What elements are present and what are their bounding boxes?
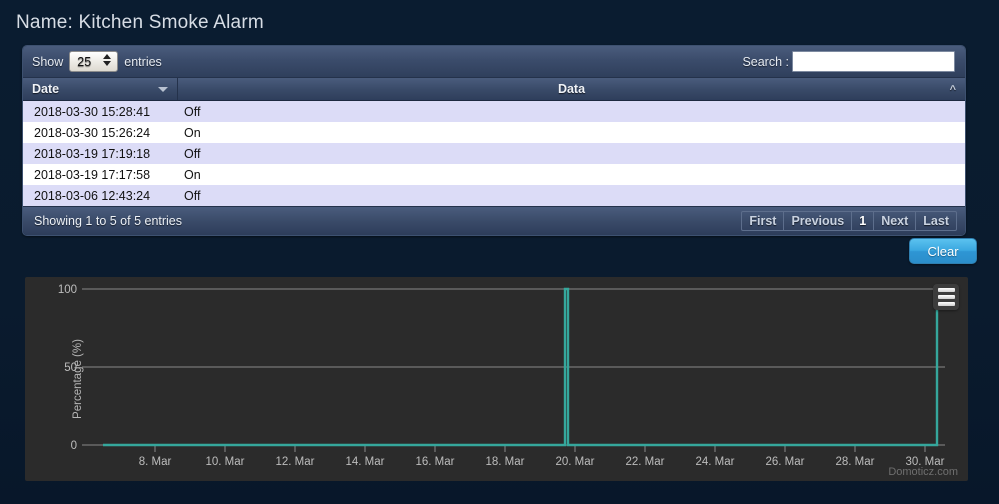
- page-root: Name: Kitchen Smoke Alarm Show 25 entrie…: [0, 0, 999, 504]
- length-label-prefix: Show: [32, 54, 64, 69]
- xtick-label: 24. Mar: [696, 456, 735, 468]
- length-label-suffix: entries: [124, 54, 162, 69]
- pagination: First Previous 1 Next Last: [741, 211, 957, 231]
- xtick-label: 16. Mar: [416, 456, 455, 468]
- xtick-label: 18. Mar: [486, 456, 525, 468]
- cell-date: 2018-03-06 12:43:24: [34, 188, 151, 203]
- stepper-arrows-icon: [103, 54, 112, 66]
- xtick-label: 14. Mar: [346, 456, 385, 468]
- table-body: 2018-03-30 15:28:41 Off 2018-03-30 15:26…: [23, 101, 965, 206]
- table-row[interactable]: 2018-03-30 15:28:41 Off: [23, 101, 965, 122]
- xtick-label: 28. Mar: [836, 456, 875, 468]
- cell-data: On: [184, 125, 201, 140]
- search-label: Search :: [742, 54, 789, 69]
- pagination-page-1[interactable]: 1: [852, 212, 875, 230]
- search-input[interactable]: [792, 51, 955, 72]
- hamburger-menu-icon[interactable]: [933, 284, 959, 310]
- ytick-0: 0: [71, 440, 77, 452]
- column-header-data[interactable]: Data ^: [178, 78, 965, 100]
- chart-y-axis-label: Percentage (%): [71, 339, 84, 419]
- xtick-label: 10. Mar: [206, 456, 245, 468]
- history-chart: 100 50 0 8. Mar 10. Mar 12. Mar 14. Mar …: [25, 277, 968, 481]
- sort-descending-icon: [158, 87, 168, 92]
- column-header-date[interactable]: Date: [23, 78, 178, 100]
- column-header-data-label: Data: [557, 82, 586, 96]
- xtick-label: 26. Mar: [766, 456, 805, 468]
- column-header-date-label: Date: [32, 82, 60, 96]
- showing-entries-info: Showing 1 to 5 of 5 entries: [34, 214, 183, 228]
- page-title: Name: Kitchen Smoke Alarm: [16, 12, 264, 33]
- table-row[interactable]: 2018-03-06 12:43:24 Off: [23, 185, 965, 206]
- table-header-row: Date Data ^: [23, 78, 965, 101]
- entries-per-page-value: 25: [77, 54, 92, 69]
- entries-per-page-select[interactable]: 25: [69, 51, 119, 72]
- xtick-label: 8. Mar: [139, 456, 172, 468]
- cell-date: 2018-03-30 15:26:24: [34, 125, 151, 140]
- cell-date: 2018-03-19 17:19:18: [34, 146, 151, 161]
- xtick-label: 22. Mar: [626, 456, 665, 468]
- sort-ascending-icon: ^: [949, 84, 956, 96]
- xtick-label: 20. Mar: [556, 456, 595, 468]
- cell-data: Off: [184, 104, 201, 119]
- pagination-last[interactable]: Last: [916, 212, 956, 230]
- cell-data: On: [184, 167, 201, 182]
- cell-date: 2018-03-30 15:28:41: [34, 104, 151, 119]
- pagination-previous[interactable]: Previous: [784, 212, 853, 230]
- table-row[interactable]: 2018-03-19 17:17:58 On: [23, 164, 965, 185]
- length-control: Show 25 entries: [32, 51, 162, 72]
- ytick-100: 100: [58, 284, 77, 296]
- table-footer: Showing 1 to 5 of 5 entries First Previo…: [23, 206, 965, 235]
- pagination-next[interactable]: Next: [874, 212, 917, 230]
- history-table-panel: Show 25 entries Search : Date Data ^ 201…: [22, 45, 966, 236]
- table-row[interactable]: 2018-03-19 17:19:18 Off: [23, 143, 965, 164]
- table-row[interactable]: 2018-03-30 15:26:24 On: [23, 122, 965, 143]
- pagination-first[interactable]: First: [742, 212, 785, 230]
- cell-date: 2018-03-19 17:17:58: [34, 167, 151, 182]
- xtick-label: 12. Mar: [276, 456, 315, 468]
- chart-svg: 100 50 0 8. Mar 10. Mar 12. Mar 14. Mar …: [58, 284, 945, 468]
- cell-data: Off: [184, 188, 201, 203]
- chart-watermark: Domoticz.com: [888, 466, 958, 478]
- table-controls: Show 25 entries Search :: [23, 46, 965, 78]
- search-control: Search :: [742, 51, 955, 72]
- cell-data: Off: [184, 146, 201, 161]
- clear-button[interactable]: Clear: [909, 238, 977, 264]
